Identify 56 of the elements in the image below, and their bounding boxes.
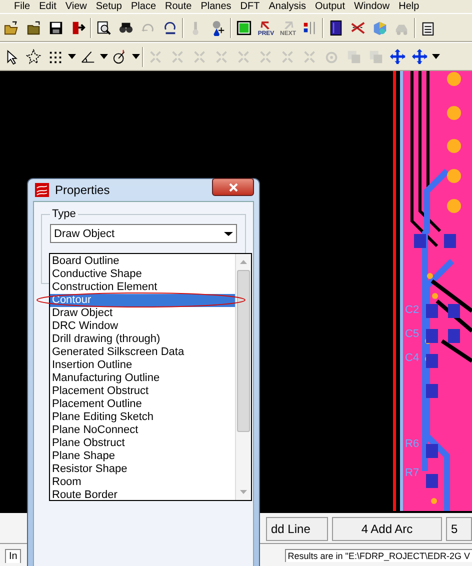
component-label: C2 — [405, 304, 420, 316]
list-item[interactable]: Insertion Outline — [50, 359, 235, 372]
menu-item[interactable]: Help — [398, 0, 420, 12]
dropdown-arrow-icon[interactable] — [68, 54, 76, 59]
list-item[interactable]: Placement Outline — [50, 398, 235, 411]
menu-item[interactable]: DFT — [240, 0, 260, 12]
menu-item[interactable]: Setup — [96, 0, 122, 12]
dropdown-arrow-icon[interactable] — [100, 54, 108, 59]
component-label: R7 — [405, 467, 420, 479]
dialog-title: Properties — [55, 183, 110, 197]
close-icon[interactable] — [228, 182, 238, 192]
menu-item[interactable]: Edit — [39, 0, 56, 12]
menu-item[interactable]: Planes — [200, 0, 232, 12]
dropdown-arrow-icon[interactable] — [132, 54, 140, 59]
status-message: Results are in "E:\FDRP_ROJECT\EDR-2G V — [284, 549, 472, 562]
menu-item[interactable]: Output — [314, 0, 346, 12]
list-item[interactable]: Route Border — [50, 489, 235, 502]
scroll-thumb[interactable] — [237, 270, 250, 432]
command-button[interactable]: 5 — [446, 517, 472, 541]
list-item[interactable]: Contour — [50, 294, 235, 307]
command-button[interactable]: dd Line — [266, 517, 328, 541]
command-button[interactable]: 4 Add Arc — [332, 517, 442, 541]
list-item[interactable]: Construction Element — [50, 281, 235, 294]
list-item[interactable]: Placement Obstruct — [50, 385, 235, 398]
menu-item[interactable]: Place — [131, 0, 156, 12]
component-label: C5 — [405, 328, 420, 340]
list-item[interactable]: Manufacturing Outline — [50, 372, 235, 385]
group-label: Type — [52, 208, 76, 220]
list-item[interactable]: DRC Window — [50, 320, 235, 333]
star-select-icon[interactable] — [24, 46, 44, 66]
component-label: C4 — [405, 352, 420, 364]
list-item[interactable]: Plane Obstruct — [50, 437, 235, 450]
component-label: R6 — [405, 438, 420, 450]
list-item[interactable]: Generated Silkscreen Data — [50, 346, 235, 359]
list-item[interactable]: Plane Editing Sketch — [50, 411, 235, 424]
list-item[interactable]: Conductive Shape — [50, 268, 235, 281]
type-dropdown[interactable]: Draw Object — [50, 224, 237, 243]
list-item[interactable]: Resistor Shape — [50, 463, 235, 476]
list-item[interactable]: Plane Shape — [50, 450, 235, 463]
move-icon[interactable] — [410, 46, 430, 66]
menu-item[interactable]: View — [65, 0, 87, 12]
output-tab[interactable]: In — [5, 549, 22, 563]
list-item[interactable]: Drill drawing (through) — [50, 333, 235, 346]
list-item[interactable]: Room — [50, 476, 235, 489]
dropdown-arrow-icon[interactable] — [432, 54, 440, 59]
menu-item[interactable]: Window — [354, 0, 390, 12]
list-item[interactable]: Plane NoConnect — [50, 424, 235, 437]
close-button[interactable] — [212, 178, 254, 196]
list-item[interactable]: Board Outline — [50, 255, 235, 268]
move-icon[interactable] — [388, 46, 408, 66]
app-icon — [35, 183, 49, 197]
menu-item[interactable]: Route — [165, 0, 192, 12]
menu-item[interactable]: File — [14, 0, 30, 12]
menu-item[interactable]: Analysis — [268, 0, 306, 12]
list-item[interactable]: Draw Object — [50, 307, 235, 320]
scrollbar[interactable] — [235, 254, 251, 500]
